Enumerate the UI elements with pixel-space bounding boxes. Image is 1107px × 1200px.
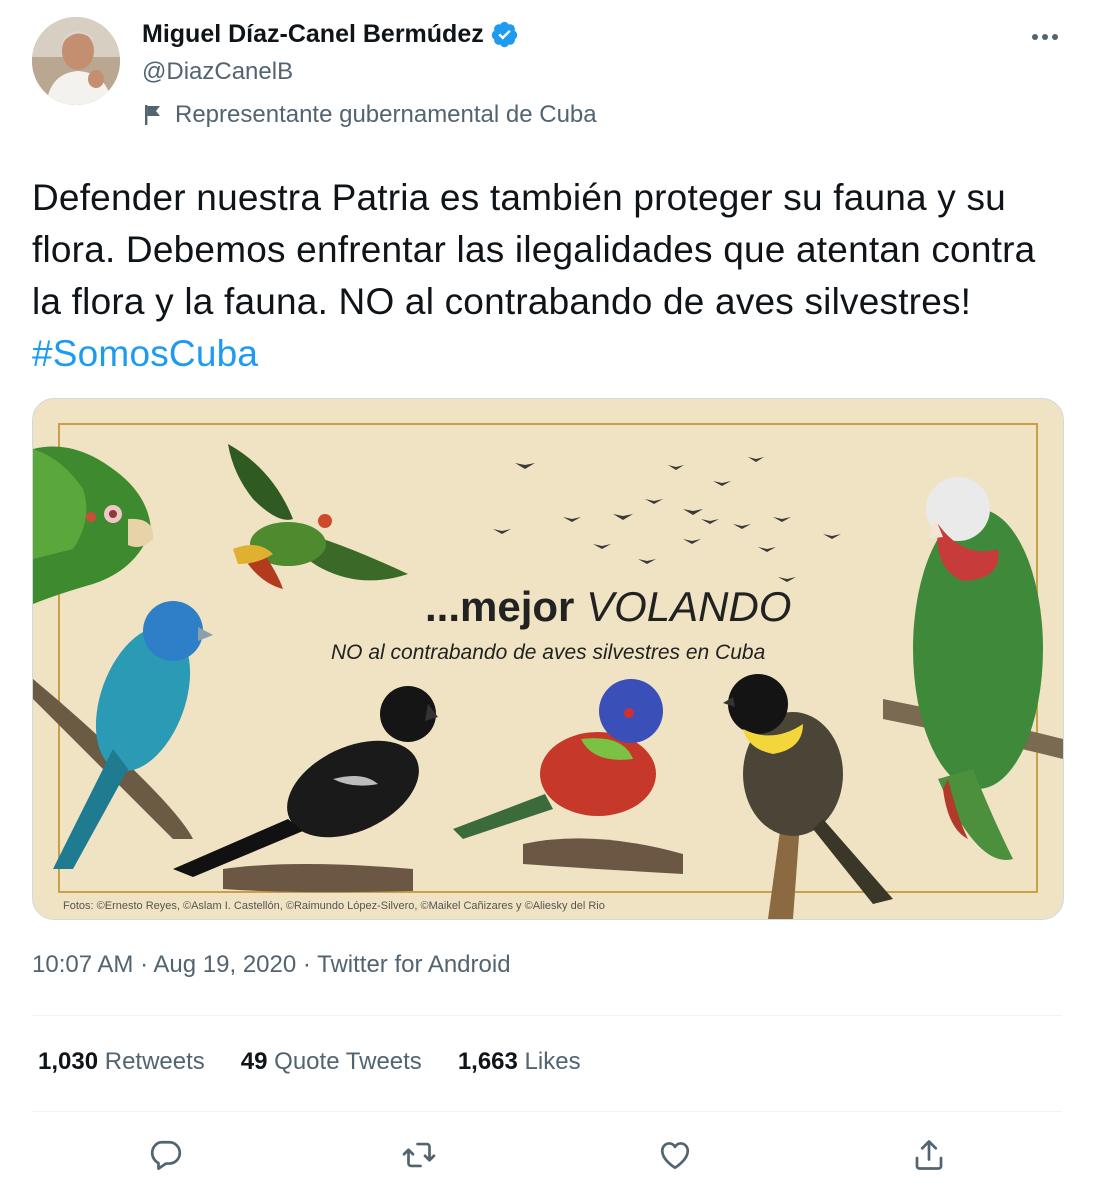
retweet-button[interactable] <box>400 1136 438 1174</box>
poster-credits: Fotos: ©Ernesto Reyes, ©Aslam I. Castell… <box>63 900 605 912</box>
government-label-text: Representante gubernamental de Cuba <box>175 101 597 128</box>
likes-count: 1,663 <box>457 1048 518 1075</box>
poster-subtitle: NO al contrabando de aves silvestres en … <box>331 641 765 664</box>
retweet-icon <box>402 1142 436 1168</box>
verified-badge-icon <box>491 21 517 48</box>
reply-icon <box>150 1140 182 1170</box>
poster-headline: ...mejor VOLANDO <box>425 583 791 630</box>
share-button[interactable] <box>910 1136 948 1174</box>
media-poster: ...mejor VOLANDO NO al contrabando de av… <box>33 399 1063 919</box>
share-icon <box>915 1140 943 1170</box>
retweets-label: Retweets <box>104 1048 205 1075</box>
likes-label: Likes <box>524 1048 581 1075</box>
tweet-media-image[interactable]: ...mejor VOLANDO NO al contrabando de av… <box>32 398 1064 920</box>
like-icon <box>660 1142 690 1170</box>
tweet-source: Twitter for Android <box>317 951 511 978</box>
engagement-stats: 1,030 Retweets 49 Quote Tweets 1,663 Lik… <box>38 1048 617 1076</box>
retweets-count: 1,030 <box>38 1048 99 1075</box>
tweet-time[interactable]: 10:07 AM <box>32 951 133 978</box>
author-name-row[interactable]: Miguel Díaz-Canel Bermúdez <box>142 20 519 49</box>
quote-tweets-count: 49 <box>240 1048 268 1075</box>
reply-button[interactable] <box>147 1136 185 1174</box>
likes-stat[interactable]: 1,663 Likes <box>458 1048 581 1076</box>
tweet-text: Defender nuestra Patria es también prote… <box>32 172 1067 380</box>
like-button[interactable] <box>656 1136 694 1174</box>
meta-separator: · <box>296 951 318 978</box>
author-name[interactable]: Miguel Díaz-Canel Bermúdez <box>142 20 484 49</box>
quote-tweets-label: Quote Tweets <box>274 1048 422 1075</box>
government-label[interactable]: Representante gubernamental de Cuba <box>142 101 597 129</box>
meta-separator: · <box>133 951 154 978</box>
divider <box>32 1111 1062 1112</box>
hashtag-link[interactable]: #SomosCuba <box>32 333 258 374</box>
quote-tweets-stat[interactable]: 49 Quote Tweets <box>241 1048 422 1076</box>
poster-headline-prefix: ...mejor <box>425 583 586 630</box>
avatar-photo <box>32 17 120 105</box>
more-icon[interactable] <box>1027 24 1063 50</box>
poster-headline-emphasis: VOLANDO <box>586 583 791 630</box>
divider <box>32 1015 1062 1016</box>
author-handle[interactable]: @DiazCanelB <box>142 58 293 86</box>
retweets-stat[interactable]: 1,030 Retweets <box>38 1048 205 1076</box>
tweet-meta: 10:07 AM · Aug 19, 2020 · Twitter for An… <box>32 951 511 979</box>
tweet-body: Defender nuestra Patria es también prote… <box>32 177 1036 322</box>
flag-icon <box>145 105 160 125</box>
tweet-date[interactable]: Aug 19, 2020 <box>153 951 296 978</box>
avatar[interactable] <box>32 17 120 105</box>
